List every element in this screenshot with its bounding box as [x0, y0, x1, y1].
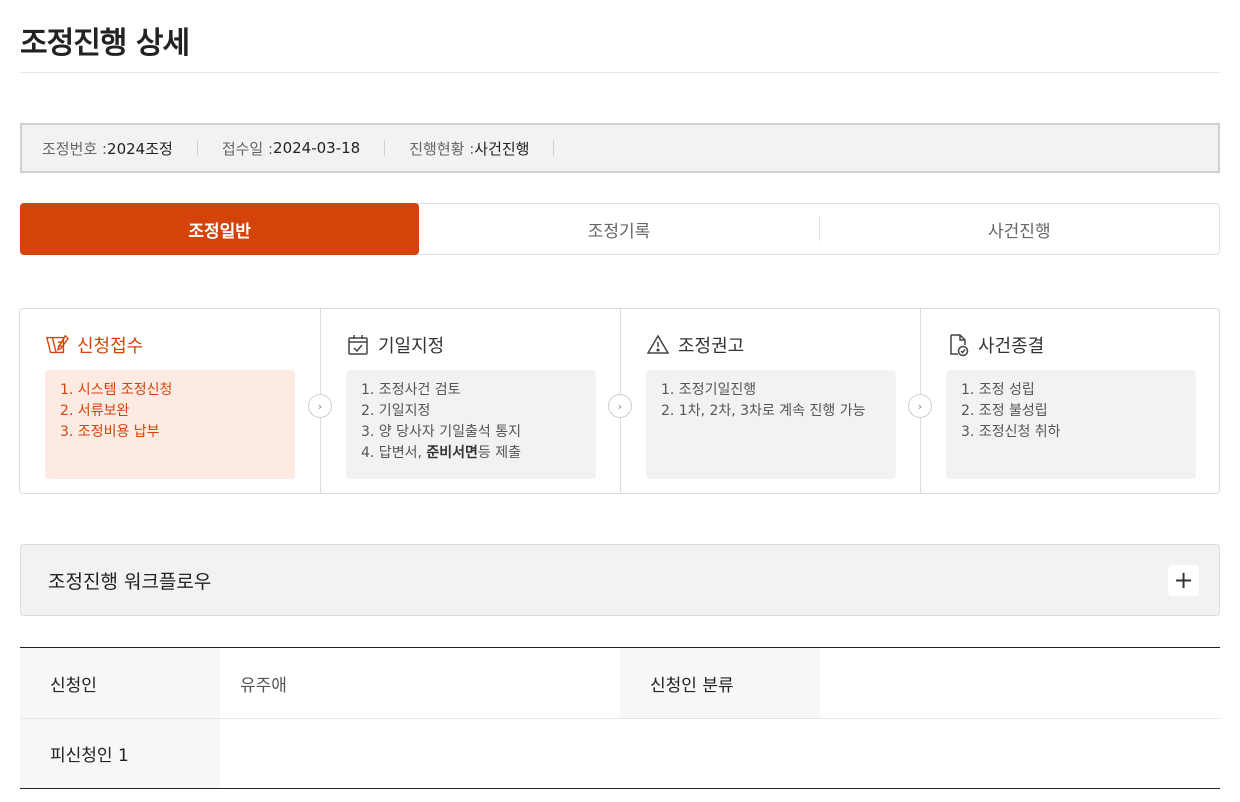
info-separator — [384, 140, 386, 156]
workflow-accordion[interactable]: 조정진행 워크플로우 + — [20, 544, 1220, 616]
list-item-text: 4. 답변서, — [361, 445, 427, 461]
warning-icon — [646, 333, 670, 357]
plus-icon: + — [1173, 566, 1194, 594]
received-date-label: 접수일 : — [221, 139, 274, 158]
respondent-label: 피신청인 1 — [20, 719, 220, 788]
tab-mediation-general[interactable]: 조정일반 — [20, 203, 420, 255]
tab-case-progress[interactable]: 사건진행 — [820, 204, 1219, 254]
chevron-right-icon: › — [608, 394, 632, 418]
list-item: 2. 서류보완 — [60, 403, 130, 419]
document-check-icon — [946, 333, 970, 357]
step-date-setting-title: 기일지정 — [378, 336, 445, 357]
step-closing: 사건종결 1. 조정 성립 2. 조정 불성립 3. 조정신청 취하 — [920, 309, 1220, 493]
received-date-value: 2024-03-18 — [273, 139, 361, 157]
applicant-type-label: 신청인 분류 — [620, 648, 820, 718]
progress-status-value: 사건진행 — [474, 139, 530, 158]
list-item: 2. 1차, 2차, 3차로 계속 진행 가능 — [661, 403, 866, 419]
list-item: 1. 조정사건 검토 — [361, 382, 461, 398]
case-number-value: 2024조정 — [107, 139, 173, 158]
table-row: 신청인 유주애 신청인 분류 — [20, 648, 1220, 718]
pen-document-icon — [45, 333, 69, 357]
step-application-header: 신청접수 — [45, 331, 295, 359]
calendar-check-icon — [346, 333, 370, 357]
step-closing-title: 사건종결 — [978, 336, 1045, 357]
list-item-bold: 준비서면 — [426, 445, 478, 461]
list-item: 3. 조정비용 납부 — [60, 424, 160, 440]
step-application: 신청접수 1. 시스템 조정신청 2. 서류보완 3. 조정비용 납부 › — [20, 309, 332, 493]
tab-mediation-records[interactable]: 조정기록 — [419, 204, 818, 254]
list-item: 2. 조정 불성립 — [961, 403, 1048, 419]
party-table: 신청인 유주애 신청인 분류 피신청인 1 — [20, 647, 1220, 789]
step-date-setting-list: 1. 조정사건 검토 2. 기일지정 3. 양 당사자 기일출석 통지 4. 답… — [346, 370, 596, 479]
list-item: 1. 조정 성립 — [961, 382, 1035, 398]
list-item: 1. 시스템 조정신청 — [60, 382, 173, 398]
respondent-value — [220, 719, 1220, 788]
step-recommendation-list: 1. 조정기일진행 2. 1차, 2차, 3차로 계속 진행 가능 — [646, 370, 896, 479]
case-number-label: 조정번호 : — [42, 139, 108, 158]
step-date-setting: 기일지정 1. 조정사건 검토 2. 기일지정 3. 양 당사자 기일출석 통지… — [320, 309, 632, 493]
case-info-bar: 조정번호 : 2024조정 접수일 : 2024-03-18 진행현황 : 사건… — [20, 123, 1220, 173]
case-number: 조정번호 : 2024조정 — [42, 138, 173, 159]
list-item: 3. 조정신청 취하 — [961, 424, 1061, 440]
list-item: 2. 기일지정 — [361, 403, 431, 419]
chevron-right-icon: › — [308, 394, 332, 418]
step-application-title: 신청접수 — [77, 336, 144, 357]
step-recommendation: 조정권고 1. 조정기일진행 2. 1차, 2차, 3차로 계속 진행 가능 › — [620, 309, 932, 493]
expand-button[interactable]: + — [1168, 564, 1199, 596]
list-item: 1. 조정기일진행 — [661, 382, 757, 398]
step-recommendation-title: 조정권고 — [678, 336, 745, 357]
page-title: 조정진행 상세 — [20, 26, 190, 61]
step-closing-header: 사건종결 — [946, 331, 1195, 359]
process-steps: 신청접수 1. 시스템 조정신청 2. 서류보완 3. 조정비용 납부 › 기일… — [19, 308, 1220, 494]
info-separator — [196, 140, 198, 156]
info-separator — [553, 140, 555, 156]
list-item-tail: 등 제출 — [477, 445, 521, 461]
tab-bar: 조정일반 조정기록 사건진행 — [20, 203, 1220, 255]
step-recommendation-header: 조정권고 — [646, 331, 895, 359]
step-application-list: 1. 시스템 조정신청 2. 서류보완 3. 조정비용 납부 — [45, 370, 295, 479]
applicant-label: 신청인 — [20, 648, 220, 718]
table-row: 피신청인 1 — [20, 718, 1220, 788]
applicant-type-value — [820, 648, 1220, 718]
step-closing-list: 1. 조정 성립 2. 조정 불성립 3. 조정신청 취하 — [946, 370, 1196, 479]
applicant-value: 유주애 — [240, 675, 287, 696]
chevron-right-icon: › — [908, 394, 932, 418]
list-item: 4. 답변서, 준비서면등 제출 — [361, 443, 581, 464]
workflow-title: 조정진행 워크플로우 — [48, 570, 212, 593]
received-date: 접수일 : 2024-03-18 — [222, 138, 360, 159]
progress-status-label: 진행현황 : — [409, 139, 475, 158]
step-date-setting-header: 기일지정 — [346, 331, 595, 359]
progress-status: 진행현황 : 사건진행 — [409, 138, 529, 159]
list-item: 3. 양 당사자 기일출석 통지 — [361, 424, 521, 440]
title-divider — [20, 72, 1220, 73]
